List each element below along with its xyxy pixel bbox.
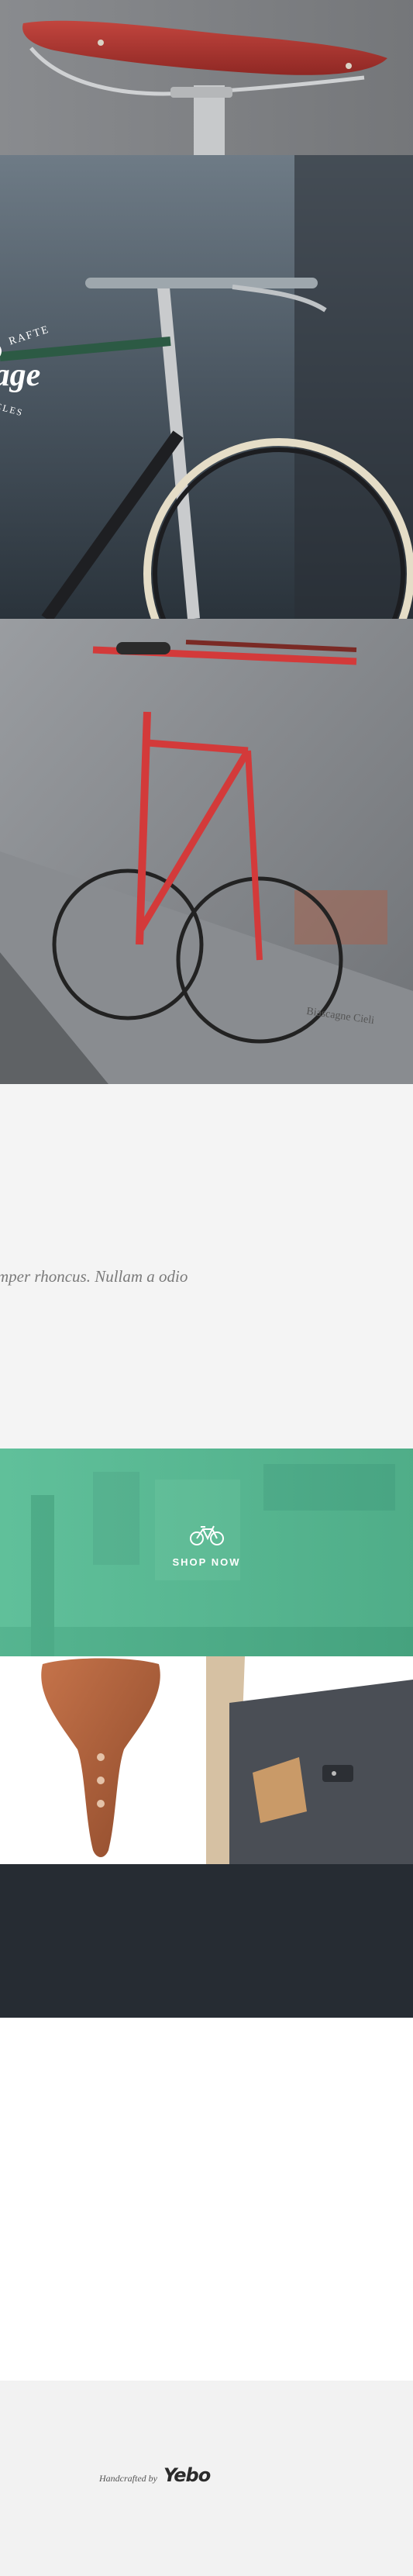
saddle-photo (0, 0, 413, 155)
quote-text: mper rhoncus. Nullam a odio (0, 1267, 188, 1286)
footer-credit: Handcrafted by Yebo (99, 2464, 211, 2486)
shop-now-label: SHOP NOW (172, 1556, 241, 1568)
product-saddle[interactable] (0, 1656, 206, 1864)
vintage-badge: RAFTE 9 tage ∞ CLES (0, 324, 77, 423)
bicycle-icon (189, 1525, 224, 1545)
blank-section (0, 2018, 413, 2381)
badge-script-text: tage (0, 357, 41, 393)
red-bike-section: Biascagne Cieli (0, 619, 413, 1084)
yebo-logo-link[interactable]: Yebo (163, 2464, 211, 2486)
products-section (0, 1656, 413, 1864)
credit-text: Handcrafted by (99, 2473, 157, 2484)
bike-water-section: RAFTE 9 tage ∞ CLES (0, 155, 413, 619)
footer: Handcrafted by Yebo (0, 2381, 413, 2576)
saddle-photo-section (0, 0, 413, 155)
dark-band (0, 1864, 413, 2018)
messenger-bag-image (206, 1656, 413, 1864)
product-bag[interactable] (206, 1656, 413, 1864)
shop-section: SHOP NOW (0, 1449, 413, 1656)
shop-now-button[interactable]: SHOP NOW (155, 1525, 258, 1568)
quote-section: mper rhoncus. Nullam a odio (0, 1084, 413, 1449)
leather-saddle-image (41, 1658, 160, 1857)
